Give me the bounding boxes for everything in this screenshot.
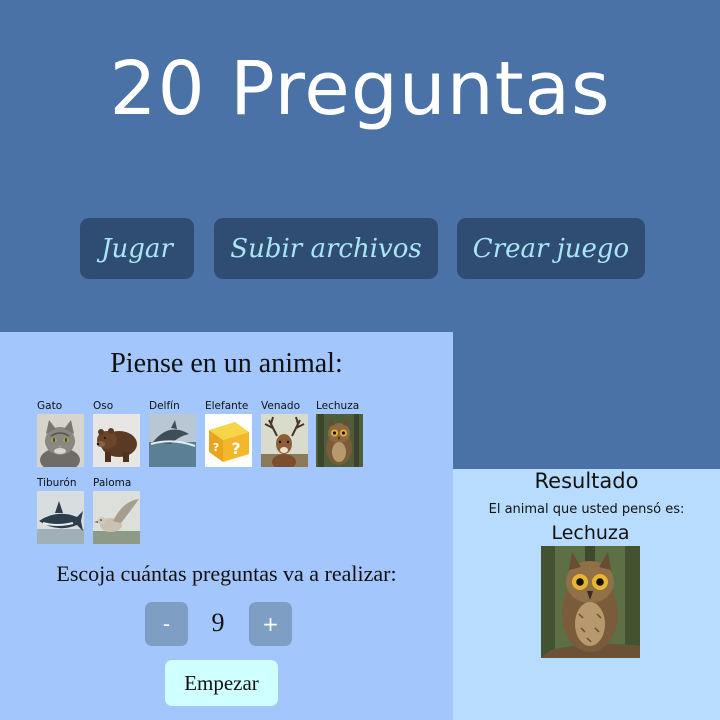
owl-photo-icon bbox=[541, 546, 640, 658]
animal-card-shark[interactable]: Tiburón bbox=[37, 477, 93, 544]
animal-label: Oso bbox=[93, 400, 114, 412]
question-count-value: 9 bbox=[211, 608, 225, 637]
animal-card-elephant[interactable]: Elefante ? ? bbox=[205, 400, 261, 467]
animal-label: Lechuza bbox=[316, 400, 360, 412]
result-animal-name: Lechuza bbox=[551, 522, 630, 544]
result-text: El animal que usted pensó es: bbox=[488, 502, 685, 517]
question-count-label: Escoja cuántas preguntas va a realizar: bbox=[56, 561, 397, 586]
animal-label: Tiburón bbox=[37, 477, 77, 489]
app-title: 20 Preguntas bbox=[109, 46, 611, 132]
game-prompt: Piense en un animal: bbox=[110, 348, 343, 379]
animal-label: Venado bbox=[261, 400, 301, 412]
animal-card-dove[interactable]: Paloma bbox=[93, 477, 149, 544]
animal-label: Delfín bbox=[149, 400, 180, 412]
start-button[interactable]: Empezar bbox=[165, 660, 278, 706]
svg-text:?: ? bbox=[213, 441, 219, 454]
result-title: Resultado bbox=[534, 469, 639, 493]
decrement-button[interactable]: - bbox=[145, 602, 188, 646]
owl-photo-icon bbox=[316, 414, 363, 467]
animal-card-deer[interactable]: Venado bbox=[261, 400, 317, 467]
question-block-icon: ? ? bbox=[205, 414, 252, 467]
deer-photo-icon bbox=[261, 414, 308, 467]
increment-button[interactable]: + bbox=[249, 602, 292, 646]
create-game-button[interactable]: Crear juego bbox=[457, 218, 645, 279]
animal-card-dolphin[interactable]: Delfín bbox=[149, 400, 205, 467]
svg-text:?: ? bbox=[231, 439, 240, 458]
play-button[interactable]: Jugar bbox=[80, 218, 194, 279]
animal-card-owl[interactable]: Lechuza bbox=[316, 400, 372, 467]
dolphin-photo-icon bbox=[149, 414, 196, 467]
cat-photo-icon bbox=[37, 414, 84, 467]
dove-photo-icon bbox=[93, 491, 140, 544]
animal-label: Gato bbox=[37, 400, 63, 412]
upload-files-button[interactable]: Subir archivos bbox=[214, 218, 438, 279]
animal-card-cat[interactable]: Gato bbox=[37, 400, 93, 467]
animal-label: Elefante bbox=[205, 400, 249, 412]
animal-label: Paloma bbox=[93, 477, 132, 489]
bear-photo-icon bbox=[93, 414, 140, 467]
animal-card-bear[interactable]: Oso bbox=[93, 400, 149, 467]
shark-photo-icon bbox=[37, 491, 84, 544]
